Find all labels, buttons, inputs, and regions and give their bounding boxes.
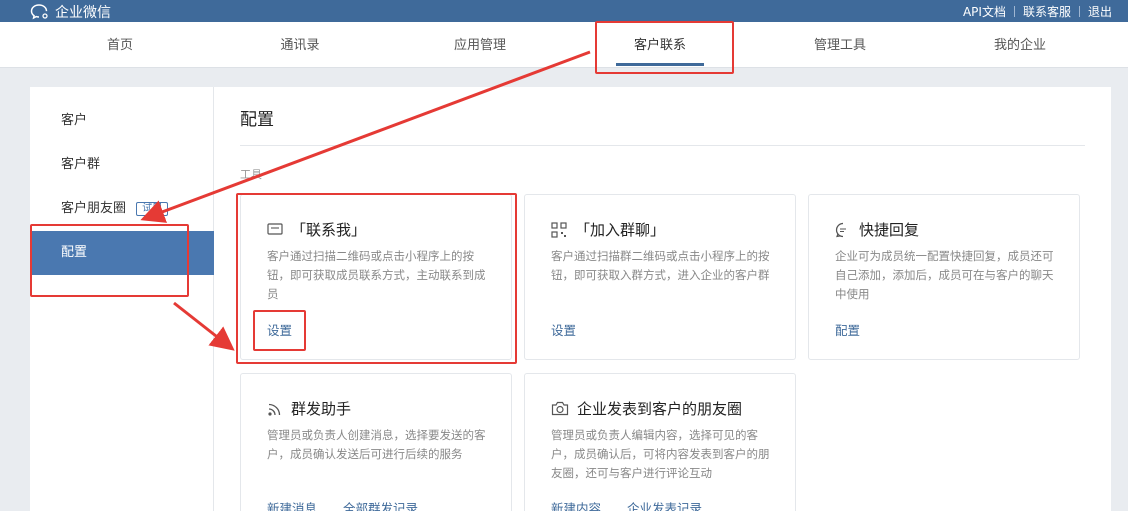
top-links: API文档 联系客服 退出	[963, 3, 1112, 20]
tool-card-moments: 企业发表到客户的朋友圈 管理员或负责人编辑内容，选择可见的客户，成员确认后，可将…	[524, 373, 796, 511]
sidebar-item-label: 客户朋友圈	[61, 201, 127, 216]
main-nav: 首页 通讯录 应用管理 客户联系 管理工具 我的企业	[0, 22, 1128, 68]
new-content-link[interactable]: 新建内容	[551, 498, 601, 511]
sidebar-item-customers[interactable]: 客户	[30, 99, 214, 143]
nav-tab-management-tools[interactable]: 管理工具	[770, 22, 910, 68]
brand-logo[interactable]: 企业微信	[30, 2, 111, 22]
card-description: 客户通过扫描群二维码或点击小程序上的按钮，即可获取入群方式，进入企业的客户群	[551, 249, 770, 282]
camera-icon	[551, 401, 569, 416]
sidebar-item-label: 配置	[61, 245, 88, 260]
qrcode-icon	[551, 221, 567, 238]
tool-card-contact-me: 「联系我」 客户通过扫描二维码或点击小程序上的按钮，即可获取成员联系方式，主动联…	[240, 194, 512, 360]
card-title-text: 「加入群聊」	[575, 221, 666, 239]
tool-card-broadcast: 群发助手 管理员或负责人创建消息，选择要发送的客户，成员确认发送后可进行后续的服…	[240, 373, 512, 511]
brand-name: 企业微信	[55, 5, 111, 21]
card-title-text: 「联系我」	[291, 221, 367, 239]
tool-card-join-group: 「加入群聊」 客户通过扫描群二维码或点击小程序上的按钮，即可获取入群方式，进入企…	[524, 194, 796, 360]
trial-badge: 试用	[136, 202, 169, 216]
divider	[1013, 6, 1015, 17]
top-bar: 企业微信 API文档 联系客服 退出	[0, 0, 1128, 22]
chat-bubble-icon	[835, 222, 846, 237]
nav-tab-contacts[interactable]: 通讯录	[230, 22, 370, 68]
divider	[1078, 6, 1080, 17]
all-broadcast-records-link[interactable]: 全部群发记录	[343, 498, 418, 511]
sidebar-item-config[interactable]: 配置	[30, 231, 214, 275]
sidebar-item-label: 客户群	[61, 157, 101, 172]
card-title: 快捷回复	[835, 219, 919, 240]
divider	[240, 145, 1085, 146]
sidebar-item-moments[interactable]: 客户朋友圈 试用	[30, 187, 214, 231]
sidebar-item-customer-groups[interactable]: 客户群	[30, 143, 214, 187]
sidebar-item-label: 客户	[61, 113, 88, 128]
contact-me-setup-link[interactable]: 设置	[267, 320, 292, 339]
tool-card-quick-reply: 快捷回复 企业可为成员统一配置快捷回复，成员还可自己添加，添加后，成员可在与客户…	[808, 194, 1080, 360]
card-title: 群发助手	[267, 398, 351, 419]
nav-tab-customer-contact[interactable]: 客户联系	[590, 22, 730, 68]
card-title-text: 群发助手	[291, 400, 352, 418]
card-title-text: 企业发表到客户的朋友圈	[577, 400, 743, 418]
card-description: 管理员或负责人编辑内容，选择可见的客户，成员确认后，可将内容发表到客户的朋友圈，…	[551, 428, 770, 480]
card-description: 客户通过扫描二维码或点击小程序上的按钮，即可获取成员联系方式，主动联系到成员	[267, 249, 486, 301]
logout-link[interactable]: 退出	[1088, 3, 1112, 20]
card-title: 企业发表到客户的朋友圈	[551, 398, 742, 419]
quick-reply-config-link[interactable]: 配置	[835, 320, 860, 339]
card-title-text: 快捷回复	[859, 221, 920, 239]
nav-tab-apps[interactable]: 应用管理	[410, 22, 550, 68]
sidebar: 客户 客户群 客户朋友圈 试用 配置	[30, 87, 214, 511]
card-description: 管理员或负责人创建消息，选择要发送的客户，成员确认发送后可进行后续的服务	[267, 428, 486, 461]
new-message-link[interactable]: 新建消息	[267, 498, 317, 511]
wecom-logo-icon	[30, 4, 48, 20]
company-publish-records-link[interactable]: 企业发表记录	[627, 498, 702, 511]
card-title: 「加入群聊」	[551, 219, 665, 240]
contact-support-link[interactable]: 联系客服	[1023, 3, 1071, 20]
page-title: 配置	[240, 110, 274, 130]
api-docs-link[interactable]: API文档	[963, 3, 1006, 20]
nav-tab-home[interactable]: 首页	[50, 22, 190, 68]
section-label: 工具	[240, 168, 262, 181]
active-tab-indicator	[616, 63, 704, 66]
join-group-setup-link[interactable]: 设置	[551, 320, 576, 339]
message-icon	[267, 222, 283, 235]
card-title: 「联系我」	[267, 219, 366, 240]
broadcast-icon	[268, 403, 281, 416]
card-description: 企业可为成员统一配置快捷回复，成员还可自己添加，添加后，成员可在与客户的聊天中使…	[835, 249, 1054, 301]
nav-tab-my-company[interactable]: 我的企业	[950, 22, 1090, 68]
